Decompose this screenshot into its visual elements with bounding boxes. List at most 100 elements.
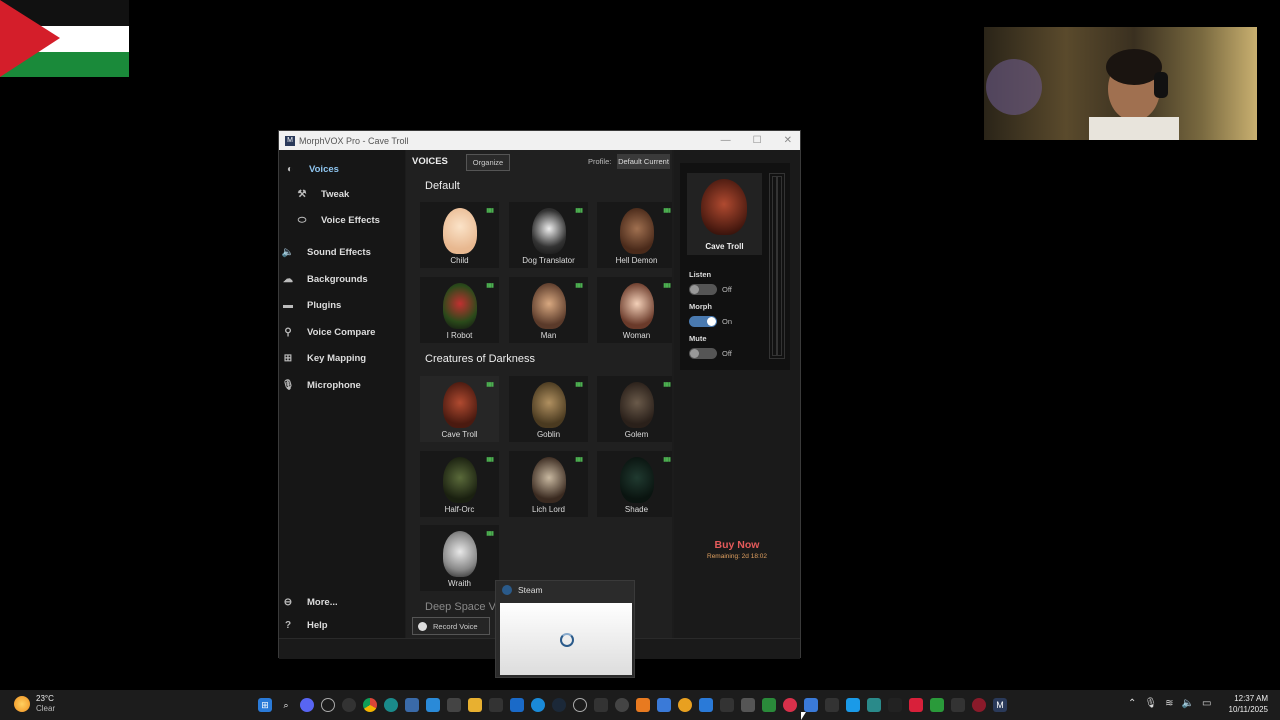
minimize-button[interactable]: — [721, 135, 731, 146]
volume-icon[interactable]: 🔈 [1181, 698, 1193, 709]
sidebar-item-label: Plugins [307, 299, 342, 311]
sidebar-item-backgrounds[interactable]: ☁ Backgrounds [281, 272, 368, 286]
voice-card-hell-demon[interactable]: ▮▮▮ Hell Demon [597, 202, 672, 268]
voice-card-goblin[interactable]: ▮▮▮ Goblin [509, 376, 588, 442]
obs-icon[interactable] [321, 698, 335, 712]
buy-now-link[interactable]: Buy Now [674, 539, 800, 551]
clock-time: 12:37 AM [1234, 694, 1268, 703]
sidebar-item-voice-compare[interactable]: ⚲ Voice Compare [281, 325, 375, 339]
voice-card-half-orc[interactable]: ▮▮▮ Half-Orc [420, 451, 499, 517]
chevron-up-icon[interactable]: ⌃ [1128, 698, 1136, 709]
cave-troll-avatar [443, 382, 477, 428]
voice-card-woman[interactable]: ▮▮▮ Woman [597, 277, 672, 343]
morphvox-taskbar-icon[interactable]: M [993, 698, 1007, 712]
shade-avatar [620, 457, 654, 503]
voice-card-i-robot[interactable]: ▮▮▮ I Robot [420, 277, 499, 343]
child-avatar [443, 208, 477, 254]
app-icon[interactable] [951, 698, 965, 712]
app-icon[interactable] [783, 698, 797, 712]
app-icon[interactable] [972, 698, 986, 712]
signal-icon: ▮▮▮ [486, 208, 494, 214]
app-icon[interactable] [762, 698, 776, 712]
sidebar-item-help[interactable]: ? Help [281, 618, 328, 632]
todo-icon[interactable] [510, 698, 524, 712]
settings-icon[interactable] [573, 698, 587, 712]
app-icon[interactable] [720, 698, 734, 712]
mute-toggle[interactable] [689, 348, 717, 359]
voice-card-lich-lord[interactable]: ▮▮▮ Lich Lord [509, 451, 588, 517]
vscode-icon[interactable] [699, 698, 713, 712]
wifi-icon[interactable]: ≋ [1165, 698, 1173, 709]
app-icon[interactable] [678, 698, 692, 712]
app-icon[interactable] [741, 698, 755, 712]
goblin-avatar [532, 382, 566, 428]
tweak-icon: ⚒ [297, 188, 307, 200]
close-button[interactable]: ✕ [784, 135, 792, 146]
sidebar-item-key-mapping[interactable]: ⊞ Key Mapping [281, 351, 366, 365]
record-voice-button[interactable]: Record Voice [412, 617, 490, 635]
app-icon[interactable] [825, 698, 839, 712]
voice-label: Hell Demon [615, 256, 658, 265]
maximize-button[interactable]: ☐ [753, 135, 762, 146]
voice-card-cave-troll[interactable]: ▮▮▮ Cave Troll [420, 376, 499, 442]
app-icon[interactable] [615, 698, 629, 712]
app-icon[interactable] [867, 698, 881, 712]
app-icon[interactable] [342, 698, 356, 712]
sidebar-item-microphone[interactable]: 🎙 Microphone [281, 378, 361, 392]
sidebar-item-voices[interactable]: ◐ Voices [283, 162, 339, 176]
start-icon[interactable]: ⊞ [258, 698, 272, 712]
calendar-icon[interactable] [447, 698, 461, 712]
listen-toggle[interactable] [689, 284, 717, 295]
organize-button[interactable]: Organize [466, 154, 510, 171]
folder-icon[interactable] [468, 698, 482, 712]
app-icon[interactable] [636, 698, 650, 712]
browser-icon[interactable] [531, 698, 545, 712]
app-icon[interactable] [657, 698, 671, 712]
voice-card-golem[interactable]: ▮▮▮ Golem [597, 376, 672, 442]
app-icon[interactable] [846, 698, 860, 712]
clock[interactable]: 12:37 AM 10/11/2025 [1229, 693, 1268, 715]
cave-troll-avatar [701, 179, 747, 235]
weather-widget[interactable]: 23°C Clear [14, 694, 55, 714]
voice-card-wraith[interactable]: ▮▮▮ Wraith [420, 525, 499, 591]
app-icon[interactable] [888, 698, 902, 712]
microphone-tray-icon[interactable]: 🎙 [1144, 698, 1157, 709]
battery-icon[interactable]: ▭ [1202, 698, 1211, 709]
profile-select[interactable]: Default Current [617, 154, 670, 169]
sidebar-item-more[interactable]: ⊖ More... [281, 595, 338, 609]
app-icon[interactable] [930, 698, 944, 712]
notepad-icon[interactable] [405, 698, 419, 712]
voice-card-dog-translator[interactable]: ▮▮▮ Dog Translator [509, 202, 588, 268]
app-icon[interactable] [594, 698, 608, 712]
sidebar-item-voice-effects[interactable]: ⬭ Voice Effects [295, 213, 380, 227]
discord-icon[interactable] [300, 698, 314, 712]
word-icon[interactable] [426, 698, 440, 712]
loading-spinner-icon [560, 633, 574, 647]
section-title: Creatures of Darkness [425, 353, 536, 365]
app-icon[interactable] [804, 698, 818, 712]
sidebar-item-sound-effects[interactable]: 🔈 Sound Effects [281, 245, 371, 259]
edge-icon[interactable] [384, 698, 398, 712]
steam-preview-popup[interactable]: Steam [495, 580, 635, 678]
voice-card-shade[interactable]: ▮▮▮ Shade [597, 451, 672, 517]
current-voice-avatar: Cave Troll [687, 173, 762, 255]
demon-avatar [620, 208, 654, 254]
voice-card-man[interactable]: ▮▮▮ Man [509, 277, 588, 343]
sidebar-item-plugins[interactable]: ▬ Plugins [281, 298, 341, 312]
profile-label: Profile: [588, 157, 612, 166]
key-mapping-icon: ⊞ [283, 352, 293, 364]
sidebar-item-label: Voices [309, 163, 339, 175]
chrome-icon[interactable] [363, 698, 377, 712]
morph-toggle[interactable] [689, 316, 717, 327]
steam-taskbar-icon[interactable] [552, 698, 566, 712]
search-icon[interactable]: ⌕ [279, 698, 293, 712]
voice-card-child[interactable]: ▮▮▮ Child [420, 202, 499, 268]
voices-panel: VOICES Organize Profile: Default Current… [406, 150, 672, 638]
store-icon[interactable] [489, 698, 503, 712]
steam-window-thumbnail[interactable] [500, 603, 632, 675]
sidebar-item-tweak[interactable]: ⚒ Tweak [295, 187, 350, 201]
current-voice-name: Cave Troll [705, 242, 744, 251]
voice-label: Goblin [536, 430, 561, 439]
signal-icon: ▮▮▮ [663, 283, 671, 289]
app-icon[interactable] [909, 698, 923, 712]
